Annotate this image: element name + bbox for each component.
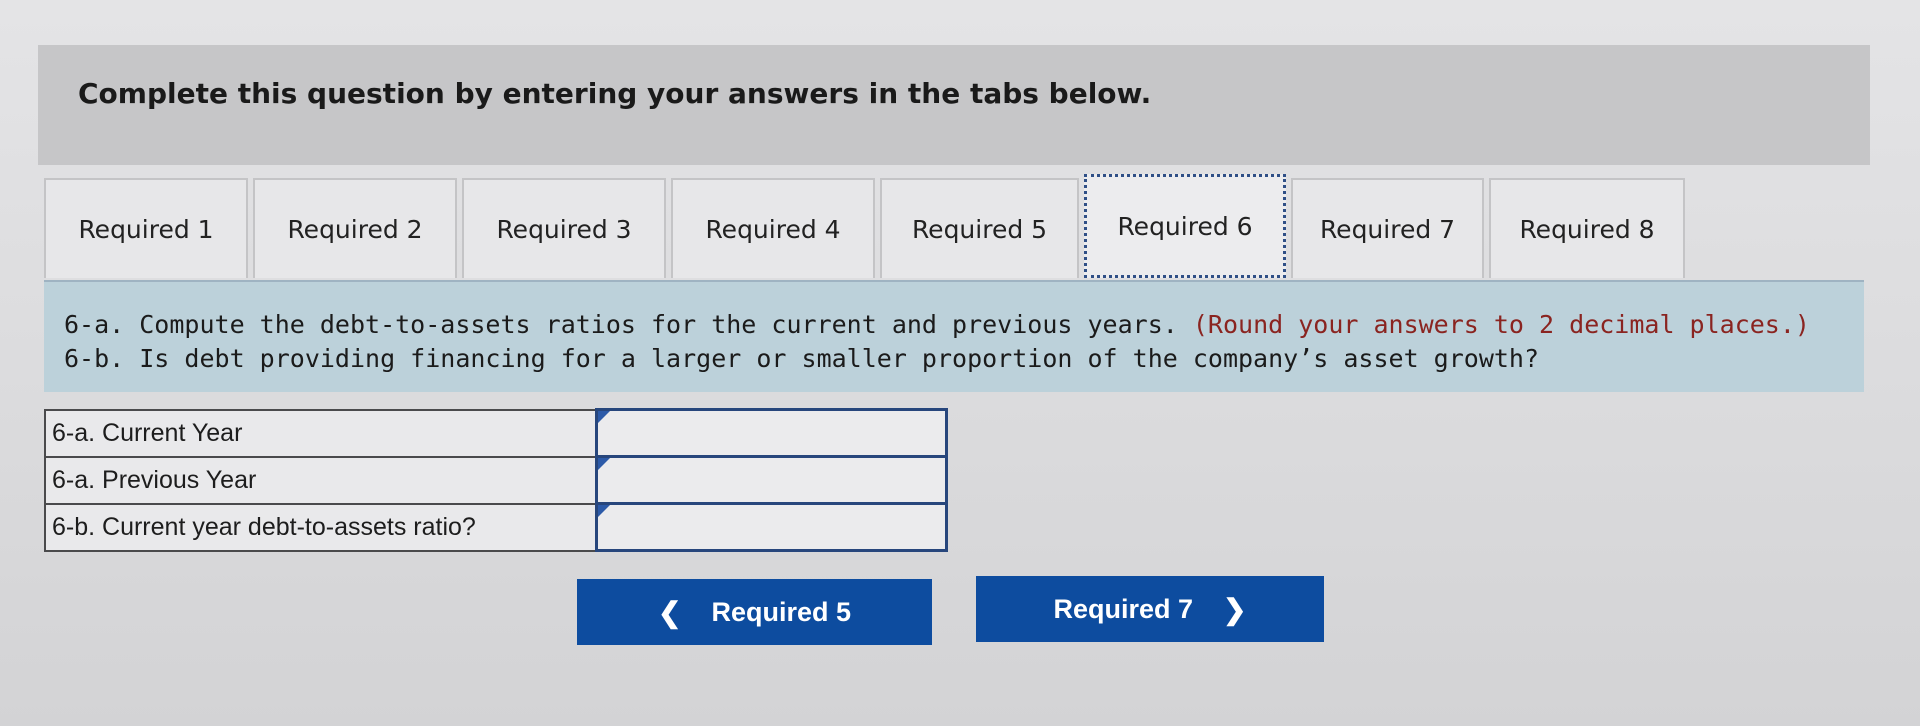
tab-bar: Required 1 Required 2 Required 3 Require… <box>44 174 1690 280</box>
table-row: 6-a. Previous Year <box>44 455 948 505</box>
next-button-label: Required 7 <box>1053 593 1194 624</box>
previous-year-cell[interactable] <box>594 455 948 505</box>
answer-table: 6-a. Current Year 6-a. Previous Year 6-b… <box>44 408 948 552</box>
instruction-line-6b: 6-b. Is debt providing financing for a l… <box>64 344 1540 373</box>
current-year-input[interactable] <box>597 411 945 455</box>
previous-required-button[interactable]: ❮ Required 5 <box>577 579 932 645</box>
table-row: 6-a. Current Year <box>44 408 948 458</box>
required-marker-icon <box>597 411 610 423</box>
table-row: 6-b. Current year debt-to-assets ratio? <box>44 502 948 552</box>
tab-required-8[interactable]: Required 8 <box>1489 178 1685 278</box>
ratio-answer-input[interactable] <box>597 505 945 549</box>
tab-required-5[interactable]: Required 5 <box>880 178 1079 278</box>
row-label-6b: 6-b. Current year debt-to-assets ratio? <box>44 502 597 552</box>
previous-year-input[interactable] <box>597 458 945 502</box>
instructions-panel: 6-a. Compute the debt-to-assets ratios f… <box>44 282 1864 392</box>
row-label-previous-year: 6-a. Previous Year <box>44 455 597 505</box>
dropdown-marker-icon <box>597 505 610 517</box>
prev-button-label: Required 5 <box>711 596 851 627</box>
instruction-line-6a: 6-a. Compute the debt-to-assets ratios f… <box>64 308 1864 342</box>
chevron-left-icon: ❮ <box>657 596 682 628</box>
tab-required-6[interactable]: Required 6 <box>1084 174 1286 278</box>
required-marker-icon <box>597 458 610 470</box>
tab-required-2[interactable]: Required 2 <box>253 178 457 278</box>
next-required-button[interactable]: Required 7 ❯ <box>976 576 1324 642</box>
instruction-6a-text: 6-a. Compute the debt-to-assets ratios f… <box>64 310 1178 339</box>
question-banner: Complete this question by entering your … <box>38 45 1870 165</box>
tab-required-7[interactable]: Required 7 <box>1291 178 1484 278</box>
rounding-note: (Round your answers to 2 decimal places.… <box>1192 310 1810 339</box>
chevron-right-icon: ❯ <box>1223 593 1247 625</box>
tab-required-1[interactable]: Required 1 <box>44 178 248 278</box>
current-year-cell[interactable] <box>594 408 948 458</box>
tab-required-4[interactable]: Required 4 <box>671 178 875 278</box>
tab-required-3[interactable]: Required 3 <box>462 178 666 278</box>
row-label-current-year: 6-a. Current Year <box>44 408 597 458</box>
ratio-answer-cell[interactable] <box>594 502 948 552</box>
banner-text: Complete this question by entering your … <box>78 77 1152 110</box>
